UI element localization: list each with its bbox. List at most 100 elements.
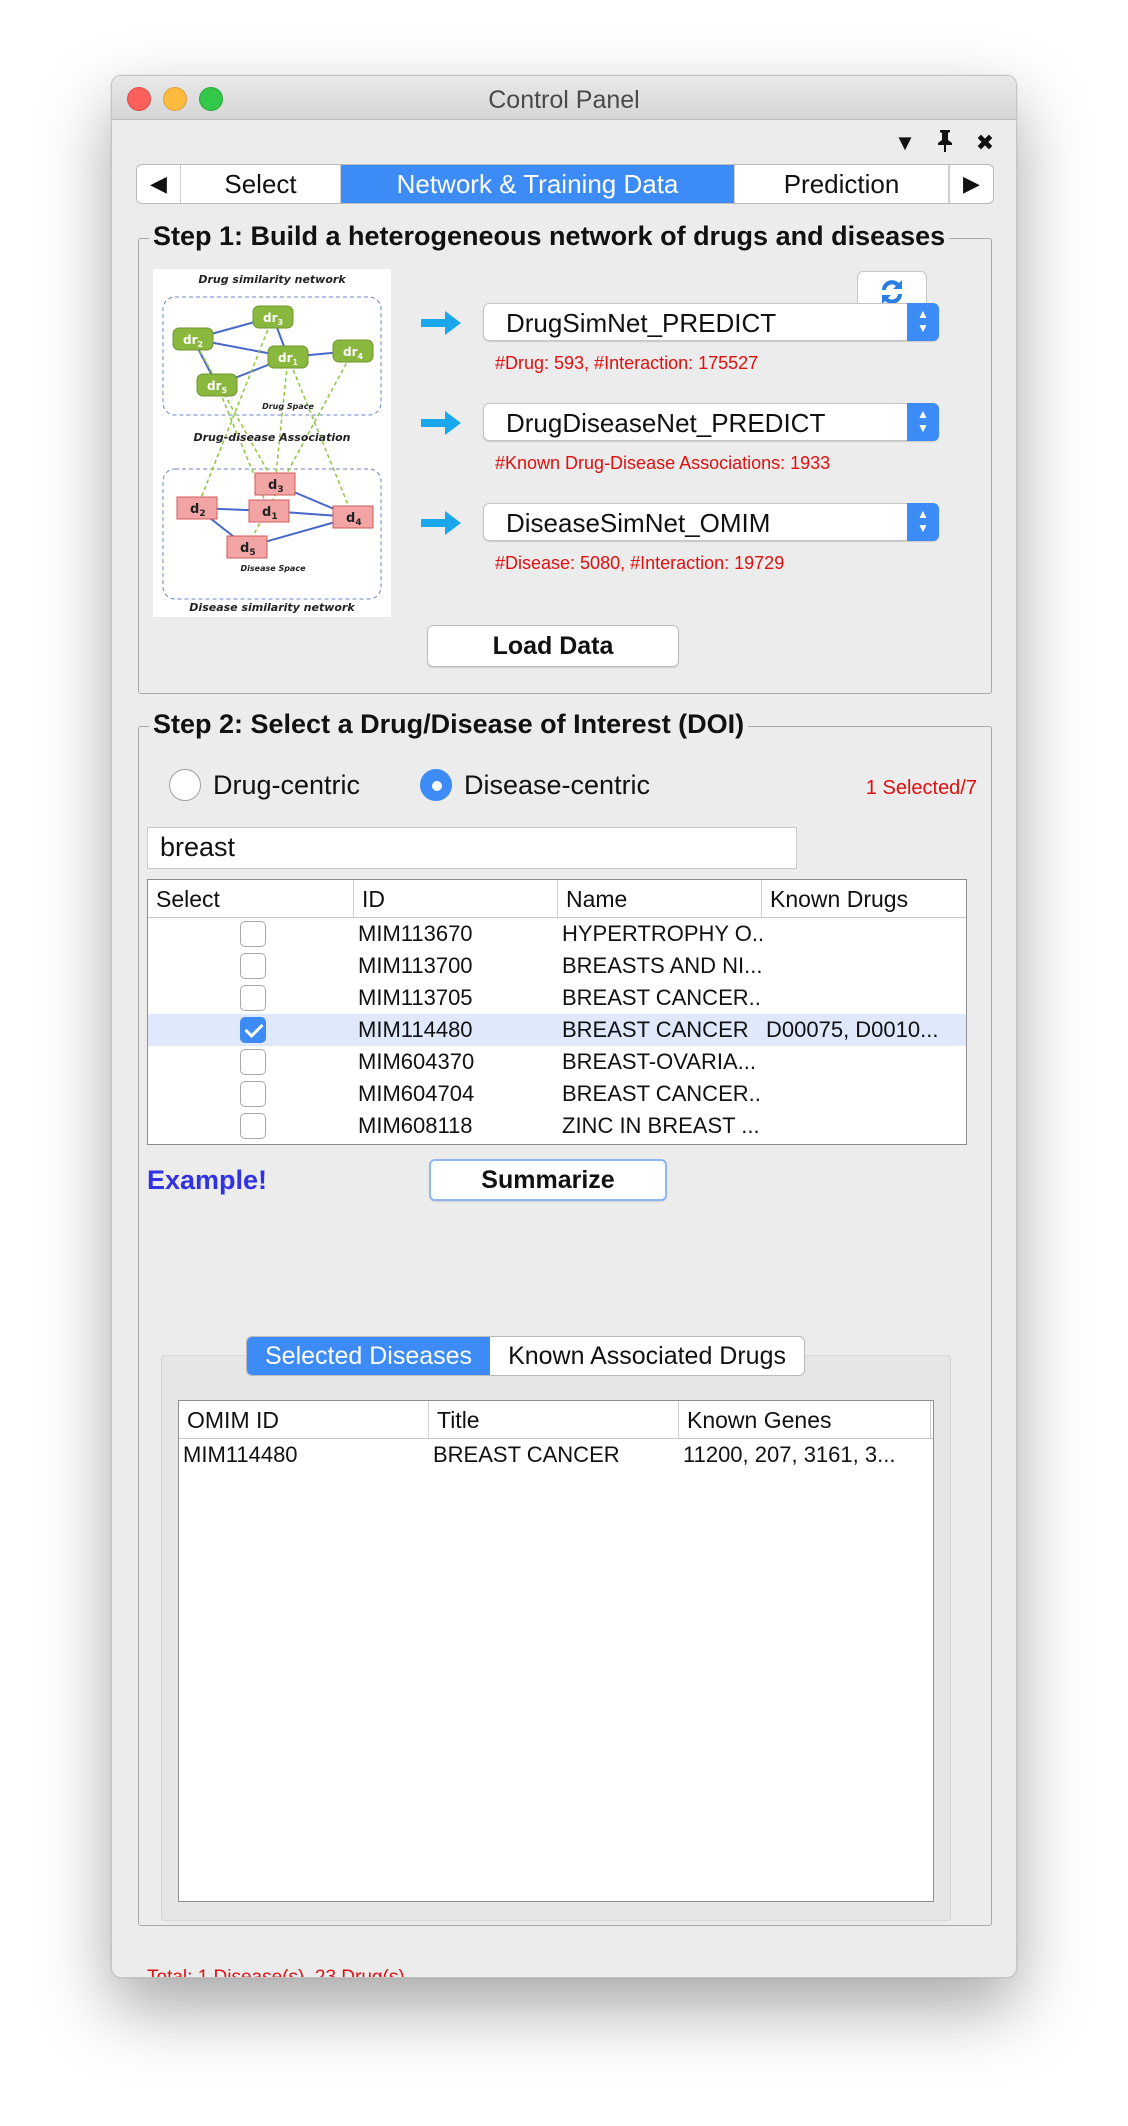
drug-disease-network-select[interactable]: DrugDiseaseNet_PREDICT ▲ ▼ (483, 403, 939, 441)
row-name: ZINC IN BREAST ... (562, 1113, 760, 1138)
row-checkbox[interactable] (240, 1081, 266, 1107)
network-diagram-image: dr3 dr2 dr1 dr4 dr5 d3 d2 d1 d4 d5 Drug … (153, 269, 391, 617)
menu-dropdown-icon[interactable]: ▼ (892, 130, 918, 156)
doi-table-header: Select ID Name Known Drugs (148, 880, 966, 918)
step1-title: Step 1: Build a heterogeneous network of… (149, 221, 950, 252)
example-link[interactable]: Example! (147, 1165, 267, 1196)
row-drugs: D00075, D0010... (766, 1017, 939, 1042)
tab-select[interactable]: Select (181, 165, 341, 203)
col-id-header[interactable]: ID (354, 880, 558, 917)
row-checkbox[interactable] (240, 921, 266, 947)
row-drugs (762, 1110, 966, 1142)
row-name: BREASTS AND NI... (562, 953, 762, 978)
row-id: MIM113705 (358, 985, 473, 1010)
step2-title: Step 2: Select a Drug/Disease of Interes… (149, 709, 749, 740)
main-tab-bar: ◀ Select Network & Training Data Predict… (136, 164, 994, 204)
tab-known-associated-drugs[interactable]: Known Associated Drugs (490, 1337, 804, 1375)
load-data-button[interactable]: Load Data (427, 625, 679, 667)
step2-group: Step 2: Select a Drug/Disease of Interes… (138, 709, 992, 1977)
arrow-right-icon (421, 411, 461, 435)
col-known-genes-header[interactable]: Known Genes (679, 1401, 931, 1438)
row-name: BREAST-OVARIA... (562, 1049, 756, 1074)
tab-selected-diseases[interactable]: Selected Diseases (247, 1337, 491, 1375)
tab-scroll-left-button[interactable]: ◀ (137, 165, 181, 203)
result-id: MIM114480 (183, 1442, 298, 1467)
row-checkbox[interactable] (240, 953, 266, 979)
col-name-header[interactable]: Name (558, 880, 762, 917)
tab-scroll-right-button[interactable]: ▶ (949, 165, 993, 203)
row-drugs (762, 918, 966, 950)
row-id: MIM113700 (358, 953, 473, 978)
drug-centric-label: Drug-centric (213, 769, 361, 800)
table-row[interactable]: MIM114480 BREAST CANCER 11200, 207, 3161… (179, 1439, 933, 1471)
drug-centric-radio[interactable]: Drug-centric (169, 767, 360, 803)
selected-count: 1 Selected/7 (865, 777, 977, 799)
disease-centric-label: Disease-centric (464, 769, 651, 800)
arrow-right-icon (421, 511, 461, 535)
drug-disease-info: #Known Drug-Disease Associations: 1933 (495, 453, 831, 473)
results-panel: Selected Diseases Known Associated Drugs… (161, 1336, 951, 1921)
results-tab-bar: Selected Diseases Known Associated Drugs (246, 1336, 805, 1376)
table-row[interactable]: MIM608118 ZINC IN BREAST ... (148, 1110, 966, 1142)
result-genes: 11200, 207, 3161, 3... (683, 1442, 896, 1467)
control-panel-window: Control Panel ▼ ✖ ◀ Select Network & Tra… (111, 75, 1017, 1978)
close-panel-icon[interactable]: ✖ (972, 130, 998, 156)
table-row[interactable]: MIM113705 BREAST CANCER... (148, 982, 966, 1014)
row-id: MIM608118 (358, 1113, 473, 1138)
svg-text:Disease similarity network: Disease similarity network (189, 601, 355, 614)
disease-sim-network-select[interactable]: DiseaseSimNet_OMIM ▲ ▼ (483, 503, 939, 541)
row-checkbox[interactable] (240, 1049, 266, 1075)
table-row[interactable]: MIM604704 BREAST CANCER... (148, 1078, 966, 1110)
select-stepper-icon: ▲ ▼ (907, 303, 939, 341)
tab-prediction[interactable]: Prediction (735, 165, 949, 203)
panel-toolbar: ▼ ✖ (892, 126, 998, 160)
row-drugs (762, 950, 966, 982)
radio-checked-icon (420, 769, 452, 801)
pin-icon[interactable] (932, 128, 958, 158)
drug-sim-network-select[interactable]: DrugSimNet_PREDICT ▲ ▼ (483, 303, 939, 341)
doi-table: Select ID Name Known Drugs MIM113670 HYP… (147, 879, 967, 1145)
svg-text:Drug similarity network: Drug similarity network (198, 273, 346, 286)
svg-text:Drug-disease Association: Drug-disease Association (193, 431, 350, 444)
result-title: BREAST CANCER (433, 1442, 620, 1467)
table-row[interactable]: MIM113670 HYPERTROPHY O... (148, 918, 966, 950)
tab-network-training-data[interactable]: Network & Training Data (341, 165, 735, 203)
search-input[interactable]: breast (147, 827, 797, 869)
row-name: HYPERTROPHY O... (562, 921, 762, 946)
disease-centric-radio[interactable]: Disease-centric (420, 767, 650, 803)
step1-group: Step 1: Build a heterogeneous network of… (138, 221, 992, 694)
svg-text:Disease Space: Disease Space (241, 564, 307, 573)
col-known-drugs-header[interactable]: Known Drugs (762, 880, 966, 917)
results-table: OMIM ID Title Known Genes MIM114480 BREA… (178, 1400, 934, 1902)
table-row[interactable]: MIM604370 BREAST-OVARIA... (148, 1046, 966, 1078)
summarize-button[interactable]: Summarize (429, 1159, 667, 1201)
radio-unchecked-icon (169, 769, 201, 801)
row-checkbox-checked[interactable] (240, 1017, 266, 1043)
row-name: BREAST CANCER... (562, 1081, 762, 1106)
window-title: Control Panel (488, 86, 640, 114)
select-stepper-icon: ▲ ▼ (907, 403, 939, 441)
row-name: BREAST CANCER (562, 1017, 749, 1042)
row-id: MIM604704 (358, 1081, 475, 1106)
row-id: MIM114480 (358, 1017, 473, 1042)
row-checkbox[interactable] (240, 985, 266, 1011)
table-row[interactable]: MIM113700 BREASTS AND NI... (148, 950, 966, 982)
drug-sim-info: #Drug: 593, #Interaction: 175527 (495, 353, 759, 373)
table-row-selected[interactable]: MIM114480 BREAST CANCER D00075, D0010... (148, 1014, 966, 1046)
col-omim-id-header[interactable]: OMIM ID (179, 1401, 429, 1438)
arrow-right-icon (421, 311, 461, 335)
col-select-header[interactable]: Select (148, 880, 354, 917)
total-summary: Total: 1 Disease(s), 23 Drug(s) (147, 1967, 405, 1978)
row-id: MIM604370 (358, 1049, 475, 1074)
row-id: MIM113670 (358, 921, 473, 946)
network-diagram-svg: dr3 dr2 dr1 dr4 dr5 d3 d2 d1 d4 d5 Drug … (162, 273, 382, 614)
row-drugs (762, 982, 966, 1014)
disease-sim-info: #Disease: 5080, #Interaction: 19729 (495, 553, 785, 573)
col-title-header[interactable]: Title (429, 1401, 679, 1438)
row-name: BREAST CANCER... (562, 985, 762, 1010)
row-drugs (762, 1078, 966, 1110)
row-checkbox[interactable] (240, 1113, 266, 1139)
row-drugs (762, 1046, 966, 1078)
results-table-header: OMIM ID Title Known Genes (179, 1401, 933, 1439)
select-stepper-icon: ▲ ▼ (907, 503, 939, 541)
